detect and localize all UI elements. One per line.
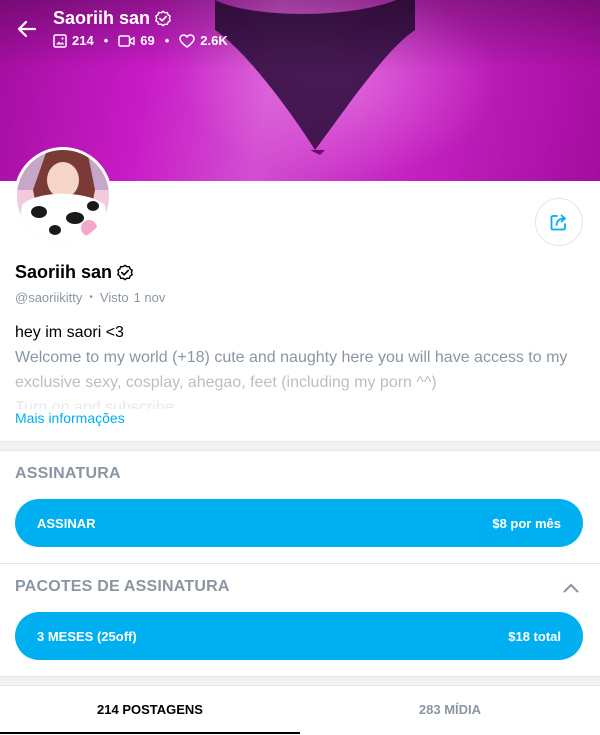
- profile-handle-row: @saoriikitty • Visto 1 nov: [15, 290, 165, 305]
- divider: [0, 563, 600, 564]
- photos-stat[interactable]: 214: [53, 33, 94, 48]
- section-gap: [0, 677, 600, 685]
- avatar-photo: [17, 150, 109, 242]
- subscribe-price: $8 por mês: [492, 515, 561, 531]
- subscribe-label: ASSINAR: [37, 515, 96, 531]
- arrow-left-icon: [17, 20, 37, 38]
- profile-bio: hey im saori <3 Welcome to my world (+18…: [15, 320, 583, 409]
- back-button[interactable]: [14, 16, 40, 42]
- bio-line: hey im saori <3: [15, 324, 124, 341]
- videos-stat[interactable]: 69: [118, 33, 155, 48]
- bio-line: Welcome to my world (+18) cute and naugh…: [15, 349, 568, 366]
- heart-icon: [179, 33, 196, 48]
- chevron-up-icon: [563, 584, 579, 593]
- stats-separator: •: [103, 33, 109, 48]
- tab-media[interactable]: 283 MÍDIA: [300, 685, 600, 733]
- videos-count: 69: [140, 33, 155, 48]
- header-title: Saoriih san: [53, 8, 172, 29]
- verified-badge-icon: [155, 9, 171, 26]
- profile-name: Saoriih san: [15, 262, 113, 282]
- subscription-title: ASSINATURA: [15, 465, 121, 482]
- header-name: Saoriih san: [53, 8, 151, 28]
- divider: [0, 450, 600, 451]
- last-seen-value: 1 nov: [133, 290, 166, 305]
- video-icon: [118, 34, 135, 47]
- bio-line-faded: Turn on and subscribe: [15, 399, 174, 409]
- likes-count: 2.6K: [200, 33, 228, 48]
- share-icon: [550, 214, 566, 231]
- subscribe-button[interactable]: ASSINAR $8 por mês: [15, 499, 583, 547]
- share-button[interactable]: [535, 198, 583, 246]
- stats-separator: •: [164, 33, 170, 48]
- bundle-label: 3 MESES (25off): [37, 628, 137, 644]
- bundles-toggle[interactable]: [560, 578, 582, 598]
- image-icon: [53, 33, 67, 48]
- likes-stat[interactable]: 2.6K: [179, 33, 228, 48]
- tab-posts[interactable]: 214 POSTAGENS: [0, 685, 300, 734]
- header-stats: 214 • 69 • 2.6K: [53, 33, 228, 48]
- more-info-link[interactable]: Mais informações: [15, 410, 125, 426]
- section-gap: [0, 442, 600, 450]
- avatar[interactable]: [14, 147, 112, 245]
- bundle-button-3-months[interactable]: 3 MESES (25off) $18 total: [15, 612, 583, 660]
- separator-dot: •: [89, 292, 93, 303]
- photos-count: 214: [72, 33, 94, 48]
- profile-handle: @saoriikitty: [15, 290, 83, 305]
- bio-line: exclusive sexy, cosplay, ahegao, feet (i…: [15, 374, 437, 391]
- profile-name-row: Saoriih san: [15, 262, 134, 283]
- last-seen-label: Visto: [99, 290, 129, 305]
- bundles-title: PACOTES DE ASSINATURA: [15, 578, 230, 595]
- profile-tabs: 214 POSTAGENS 283 MÍDIA: [0, 685, 600, 735]
- verified-badge-icon: [117, 263, 133, 280]
- bundle-price: $18 total: [508, 628, 561, 644]
